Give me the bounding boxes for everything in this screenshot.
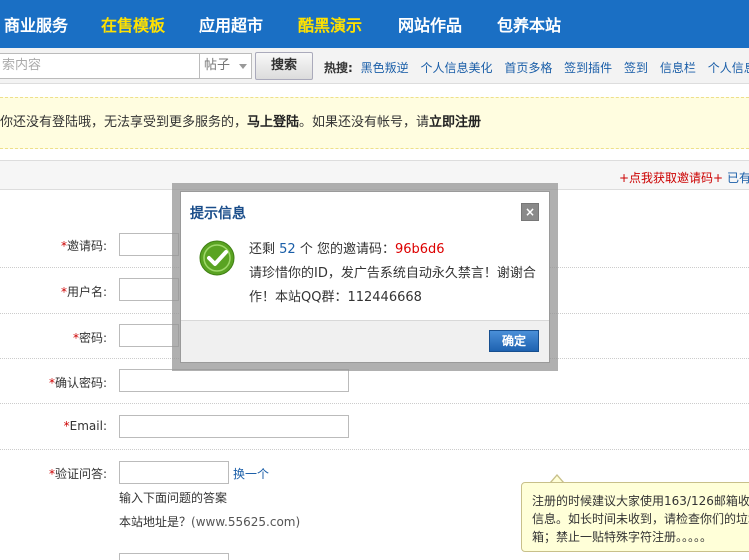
invite-code-field[interactable] (119, 233, 179, 256)
hot-search: 热搜: 黑色叛逆 个人信息美化 首页多格 签到插件 签到 信息栏 个人信息 彩 (324, 59, 749, 76)
hot-search-label: 热搜: (324, 61, 353, 75)
password-field[interactable] (119, 324, 179, 347)
confirm-password-field[interactable] (119, 369, 349, 392)
nav-item-app-market[interactable]: 应用超市 (199, 12, 263, 36)
hot-tag[interactable]: 个人信息 (708, 61, 749, 75)
register-link[interactable]: 立即注册 (429, 115, 481, 130)
captcha-label: *验证问答: (48, 467, 107, 481)
email-tooltip: 注册的时候建议大家使用163/126邮箱收取 信息。如长时间未收到，请检查你们的… (521, 482, 749, 552)
search-input[interactable]: 索内容 (0, 53, 200, 79)
success-check-icon (199, 240, 235, 276)
dialog-title: 提示信息 (190, 206, 246, 222)
confirm-button[interactable]: 确定 (489, 330, 539, 352)
notice-text: 。如果还没有帐号，请 (299, 115, 430, 130)
next-field[interactable] (119, 553, 229, 560)
form-row-email: *Email: (0, 404, 749, 450)
email-label: *Email: (63, 419, 107, 433)
hot-tag[interactable]: 黑色叛逆 (361, 61, 409, 75)
remaining-count: 52 (279, 242, 296, 257)
dialog-warning: 请珍惜你的ID，发广告系统自动永久禁言！谢谢合作！本站QQ群：112446668 (249, 266, 536, 305)
search-type-value: 帖子 (204, 58, 231, 73)
dialog-overlay-frame: 提示信息 × 还剩 52 个 您的邀请码：96b6d6 请珍惜你的ID，发广告系… (172, 183, 558, 371)
nav-item-works[interactable]: 网站作品 (398, 12, 462, 36)
hot-tag[interactable]: 首页多格 (504, 61, 552, 75)
prompt-dialog: 提示信息 × 还剩 52 个 您的邀请码：96b6d6 请珍惜你的ID，发广告系… (180, 191, 550, 363)
hot-tag[interactable]: 信息栏 (660, 61, 696, 75)
already-have-account-link[interactable]: 已有 (727, 169, 749, 186)
tooltip-line: 注册的时候建议大家使用163/126邮箱收取 (532, 494, 749, 508)
captcha-answer-field[interactable] (119, 461, 229, 484)
tooltip-line: 信息。如长时间未收到，请检查你们的垃圾 (532, 512, 749, 526)
nav-item-dark-demo[interactable]: 酷黑演示 (298, 12, 362, 36)
swap-question-link[interactable]: 换一个 (233, 465, 269, 482)
get-invite-code-link[interactable]: +点我获取邀请码+ (619, 169, 723, 186)
email-field[interactable] (119, 415, 349, 438)
search-button[interactable]: 搜索 (255, 52, 313, 80)
hot-tag[interactable]: 签到插件 (564, 61, 612, 75)
hot-tag[interactable]: 个人信息美化 (420, 61, 492, 75)
tooltip-line: 箱；禁止一贴特殊字符注册。。。。。 (532, 530, 713, 544)
confirm-password-label: *确认密码: (48, 376, 107, 390)
username-label: *用户名: (60, 285, 107, 299)
username-field[interactable] (119, 278, 179, 301)
captcha-hint: 输入下面问题的答案 (119, 491, 228, 505)
login-link[interactable]: 马上登陆 (247, 115, 299, 130)
invite-code-label: *邀请码: (60, 239, 107, 253)
search-type-select[interactable]: 帖子 (200, 53, 252, 79)
hot-tag[interactable]: 签到 (624, 61, 648, 75)
nav-item-templates[interactable]: 在售模板 (101, 12, 165, 36)
top-nav: 商业服务 在售模板 应用超市 酷黑演示 网站作品 包养本站 (0, 0, 749, 48)
dialog-message: 还剩 52 个 您的邀请码：96b6d6 请珍惜你的ID，发广告系统自动永久禁言… (249, 242, 536, 305)
search-bar: 索内容 帖子 搜索 热搜: 黑色叛逆 个人信息美化 首页多格 签到插件 签到 信… (0, 48, 749, 84)
dialog-footer: 确定 (181, 320, 549, 362)
notice-text: 你还没有登陆哦，无法享受到更多服务的， (0, 115, 248, 130)
nav-item-sponsor[interactable]: 包养本站 (497, 12, 561, 36)
chevron-down-icon (239, 64, 247, 69)
nav-item-business[interactable]: 商业服务 (4, 12, 68, 36)
password-label: *密码: (72, 331, 107, 345)
close-icon[interactable]: × (521, 203, 539, 221)
captcha-question: 本站地址是？(www.55625.com) (119, 515, 301, 529)
login-notice: 你还没有登陆哦，无法享受到更多服务的，马上登陆。如果还没有帐号，请立即注册 (0, 97, 749, 149)
invite-code-value: 96b6d6 (394, 242, 445, 257)
